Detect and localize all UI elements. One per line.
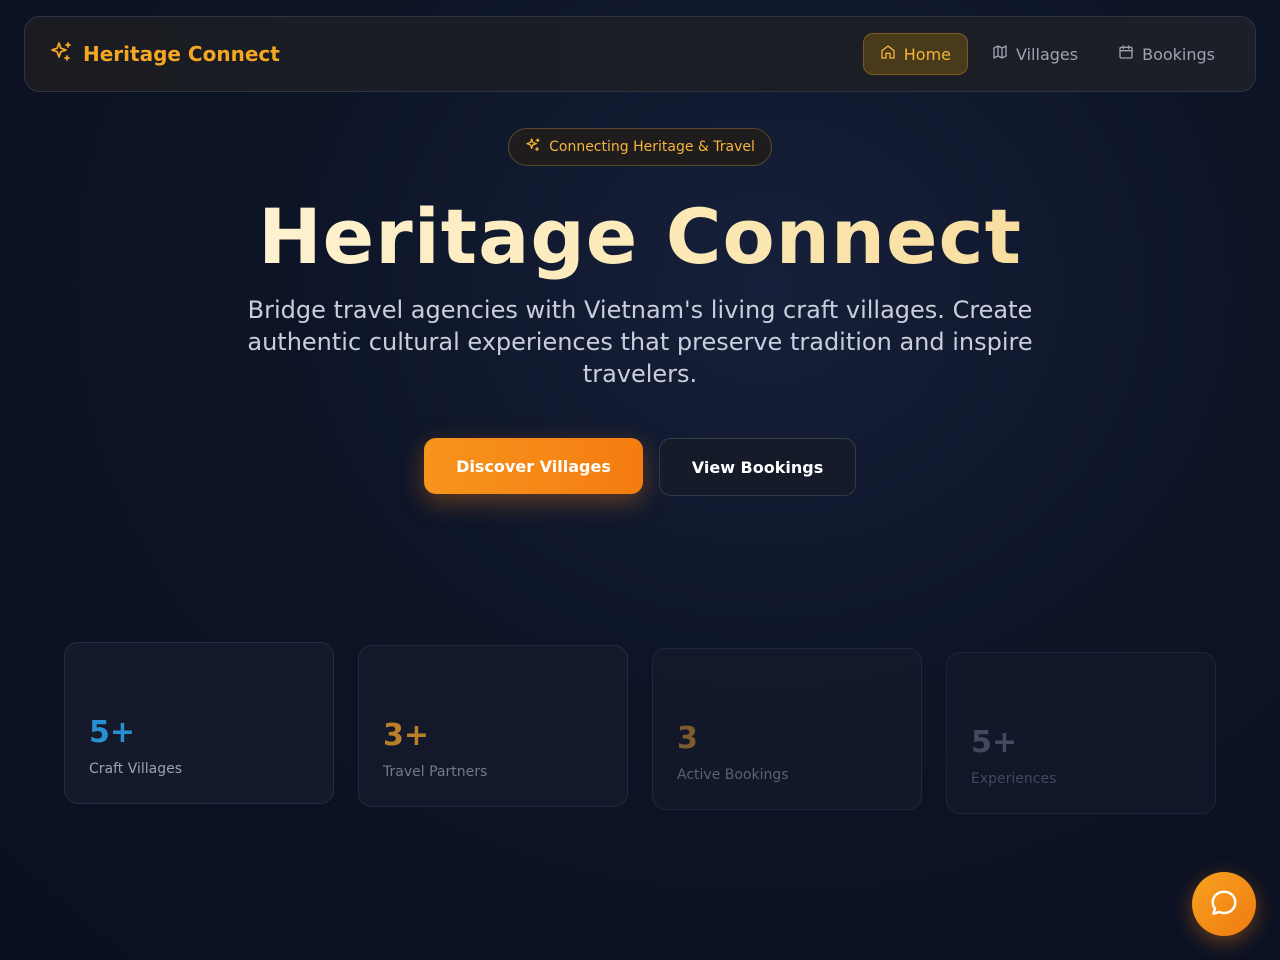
calendar-icon xyxy=(1118,44,1134,64)
stat-card-travel-partners: 3+ Travel Partners xyxy=(358,645,628,807)
brand-logo[interactable]: Heritage Connect xyxy=(49,40,280,68)
main-nav: Home Villages Bookings xyxy=(862,33,1231,75)
sparkles-icon xyxy=(49,40,73,68)
stat-value: 3+ xyxy=(383,718,430,753)
stat-card-craft-villages: 5+ Craft Villages xyxy=(64,642,334,804)
view-bookings-button[interactable]: View Bookings xyxy=(659,438,856,496)
nav-item-label: Home xyxy=(903,44,952,64)
chat-bubble-icon xyxy=(1209,888,1239,921)
nav-item-label: Bookings xyxy=(1142,44,1215,64)
hero-subtitle: Bridge travel agencies with Vietnam's li… xyxy=(247,296,1033,388)
home-icon xyxy=(880,44,896,64)
top-navbar: Heritage Connect Home Villages Bookings xyxy=(24,16,1256,92)
stat-card-active-bookings: 3 Active Bookings xyxy=(652,648,922,810)
hero-badge: Connecting Heritage & Travel xyxy=(508,128,772,166)
nav-item-label: Villages xyxy=(1016,44,1079,64)
brand-name: Heritage Connect xyxy=(83,42,280,66)
hero-badge-text: Connecting Heritage & Travel xyxy=(549,139,755,155)
stat-value: 3 xyxy=(677,721,698,756)
chat-button[interactable] xyxy=(1192,872,1256,936)
stat-value: 5+ xyxy=(89,715,136,750)
sparkles-icon xyxy=(525,137,541,157)
stat-label: Craft Villages xyxy=(89,761,183,777)
hero-title: Heritage Connect xyxy=(0,192,1280,281)
nav-item-bookings[interactable]: Bookings xyxy=(1102,33,1231,75)
nav-item-home[interactable]: Home xyxy=(862,33,969,75)
nav-item-villages[interactable]: Villages xyxy=(976,33,1094,75)
stat-label: Active Bookings xyxy=(677,767,789,783)
map-icon xyxy=(992,44,1008,64)
stat-label: Travel Partners xyxy=(383,764,488,780)
stat-value: 5+ xyxy=(971,725,1018,760)
discover-villages-button[interactable]: Discover Villages xyxy=(424,438,643,494)
stat-label: Experiences xyxy=(971,771,1057,787)
stat-card-experiences: 5+ Experiences xyxy=(946,652,1216,814)
